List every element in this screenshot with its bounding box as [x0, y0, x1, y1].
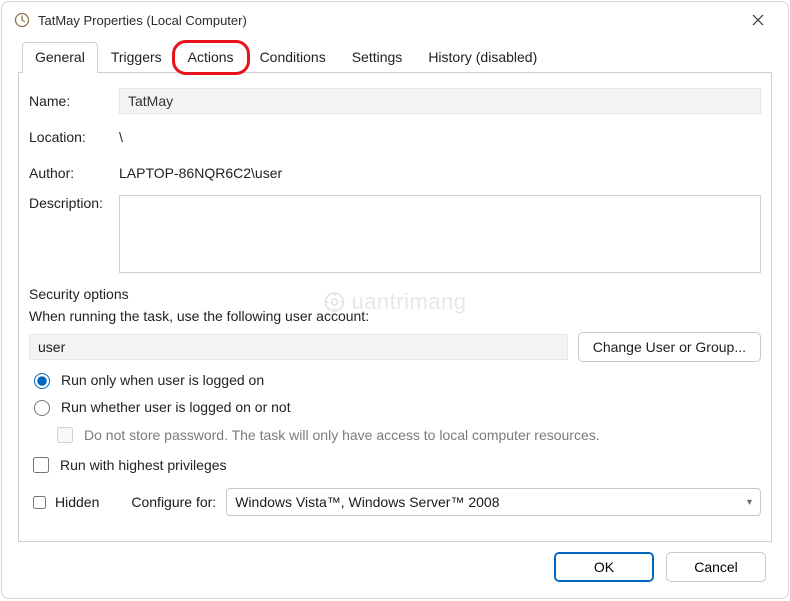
clock-icon — [14, 12, 30, 28]
checkbox-hidden-input[interactable] — [33, 496, 46, 509]
tab-general[interactable]: General — [22, 42, 98, 73]
location-value: \ — [119, 129, 123, 145]
author-value: LAPTOP-86NQR6C2\user — [119, 165, 282, 181]
window-title: TatMay Properties (Local Computer) — [38, 13, 736, 28]
dialog-content: General Triggers Actions Conditions Sett… — [2, 38, 788, 598]
tab-triggers-label: Triggers — [111, 49, 162, 65]
tab-conditions-label: Conditions — [260, 49, 326, 65]
row-location: Location: \ — [29, 123, 761, 151]
configure-for-combo[interactable]: Windows Vista™, Windows Server™ 2008 ▾ — [226, 488, 761, 516]
name-label: Name: — [29, 93, 119, 109]
tabstrip: General Triggers Actions Conditions Sett… — [18, 42, 772, 73]
close-button[interactable] — [736, 5, 780, 35]
checkbox-no-store-password-label: Do not store password. The task will onl… — [84, 427, 600, 443]
checkbox-hidden[interactable]: Hidden — [29, 493, 99, 512]
change-user-button[interactable]: Change User or Group... — [578, 332, 761, 362]
radio-run-logged-on[interactable]: Run only when user is logged on — [29, 370, 761, 389]
dialog-buttons: OK Cancel — [18, 542, 772, 586]
chevron-down-icon: ▾ — [747, 497, 752, 508]
tab-settings[interactable]: Settings — [339, 42, 416, 72]
description-label: Description: — [29, 195, 119, 211]
tab-actions-label: Actions — [188, 49, 234, 65]
titlebar: TatMay Properties (Local Computer) — [2, 2, 788, 38]
tab-history[interactable]: History (disabled) — [415, 42, 550, 72]
bottom-row: Hidden Configure for: Windows Vista™, Wi… — [29, 488, 761, 516]
close-icon — [752, 14, 764, 26]
radio-run-logged-or-not-label: Run whether user is logged on or not — [61, 399, 291, 415]
checkbox-highest-privileges-input[interactable] — [33, 457, 49, 473]
radio-run-logged-on-input[interactable] — [34, 373, 50, 389]
properties-dialog: TatMay Properties (Local Computer) Gener… — [1, 1, 789, 599]
security-prompt: When running the task, use the following… — [29, 308, 761, 324]
checkbox-no-store-password-input — [57, 427, 73, 443]
description-input[interactable] — [119, 195, 761, 273]
radio-run-logged-or-not[interactable]: Run whether user is logged on or not — [29, 397, 761, 416]
cancel-button[interactable]: Cancel — [666, 552, 766, 582]
tab-panel-general: Name: Location: \ Author: LAPTOP-86NQR6C… — [18, 73, 772, 542]
author-label: Author: — [29, 165, 119, 181]
tab-actions[interactable]: Actions — [175, 42, 247, 72]
checkbox-highest-privileges[interactable]: Run with highest privileges — [29, 454, 761, 476]
location-label: Location: — [29, 129, 119, 145]
tab-general-label: General — [35, 49, 85, 65]
user-account-display: user — [29, 334, 568, 360]
row-name: Name: — [29, 87, 761, 115]
radio-run-logged-on-label: Run only when user is logged on — [61, 372, 264, 388]
tab-settings-label: Settings — [352, 49, 403, 65]
tab-history-label: History (disabled) — [428, 49, 537, 65]
security-user-row: user Change User or Group... — [29, 332, 761, 362]
checkbox-no-store-password: Do not store password. The task will onl… — [53, 424, 761, 446]
security-title: Security options — [29, 286, 761, 302]
configure-for-value: Windows Vista™, Windows Server™ 2008 — [235, 494, 499, 510]
security-options-group: Security options When running the task, … — [29, 285, 761, 484]
row-description: Description: — [29, 195, 761, 273]
checkbox-hidden-label: Hidden — [55, 494, 99, 510]
radio-run-logged-or-not-input[interactable] — [34, 400, 50, 416]
tab-triggers[interactable]: Triggers — [98, 42, 175, 72]
name-input[interactable] — [119, 88, 761, 114]
row-author: Author: LAPTOP-86NQR6C2\user — [29, 159, 761, 187]
ok-button[interactable]: OK — [554, 552, 654, 582]
tab-conditions[interactable]: Conditions — [247, 42, 339, 72]
checkbox-highest-privileges-label: Run with highest privileges — [60, 457, 227, 473]
configure-for-label: Configure for: — [131, 494, 216, 510]
